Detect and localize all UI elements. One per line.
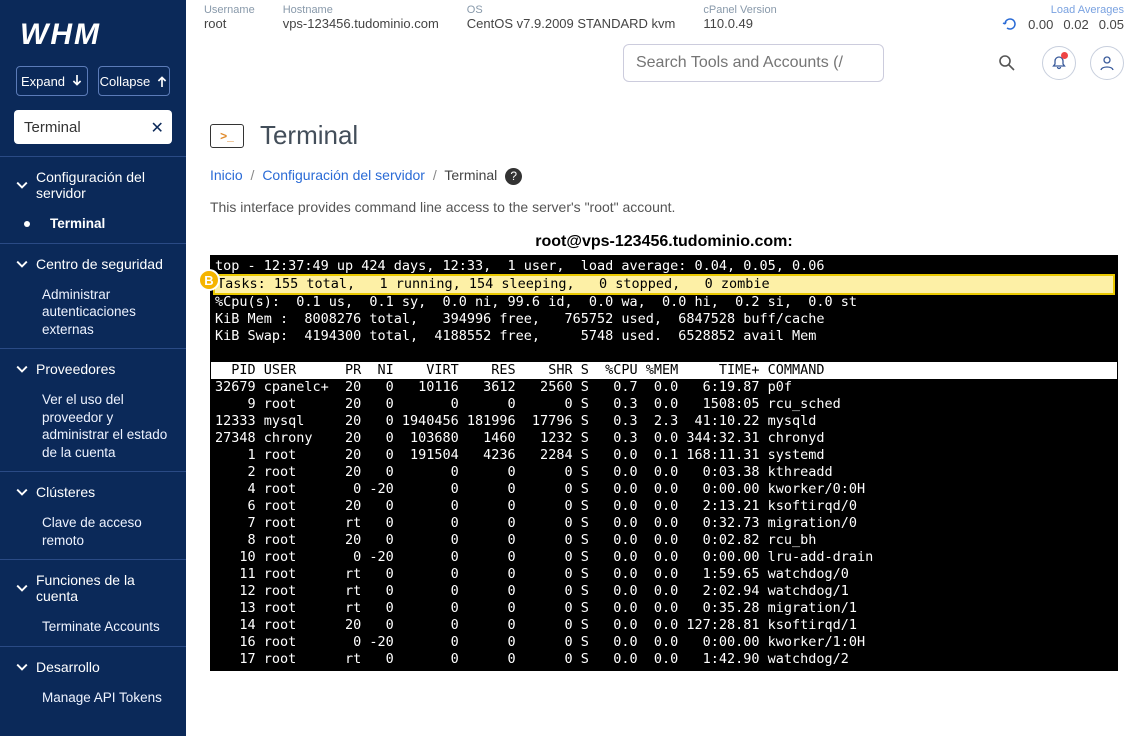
nav-item[interactable]: Terminate Accounts <box>0 612 186 642</box>
whm-logo: WHM <box>0 10 186 66</box>
page-title-row: >_ Terminal <box>210 120 1118 151</box>
sidebar-search-input[interactable] <box>14 110 172 144</box>
account-button[interactable] <box>1090 46 1124 80</box>
nav-group-header[interactable]: Funciones de la cuenta <box>0 564 186 612</box>
sidebar: WHM Expand Collapse ✕ Configuración del … <box>0 0 186 736</box>
crumb-home[interactable]: Inicio <box>210 167 243 183</box>
collapse-button[interactable]: Collapse <box>98 66 170 96</box>
nav-group-header[interactable]: Proveedores <box>0 353 186 385</box>
chevron-down-icon <box>16 661 28 673</box>
os-col: OS CentOS v7.9.2009 STANDARD kvm <box>467 4 676 31</box>
nav-item[interactable]: Administrar autenticaciones externas <box>0 280 186 345</box>
nav-group-header[interactable]: Configuración del servidor <box>0 161 186 209</box>
chevron-down-icon <box>16 582 28 594</box>
terminal-icon: >_ <box>210 124 244 148</box>
nav-item[interactable]: Terminal <box>0 209 186 239</box>
chevron-down-icon <box>16 258 28 270</box>
breadcrumb: Inicio / Configuración del servidor / Te… <box>210 167 1118 185</box>
page-title: Terminal <box>260 120 358 151</box>
clear-search-icon[interactable]: ✕ <box>151 118 164 138</box>
terminal-host-title: root@vps-123456.tudominio.com: <box>210 233 1118 251</box>
notifications-button[interactable] <box>1042 46 1076 80</box>
nav-group-header[interactable]: Centro de seguridad <box>0 248 186 280</box>
chevron-down-icon <box>16 486 28 498</box>
crumb-server-config[interactable]: Configuración del servidor <box>262 167 425 183</box>
nav-item[interactable]: Manage API Tokens <box>0 683 186 713</box>
nav-item[interactable]: Clave de acceso remoto <box>0 508 186 555</box>
nav-item[interactable]: Ver el uso del proveedor y administrar e… <box>0 385 186 467</box>
load-averages: Load Averages 0.00 0.02 0.05 <box>1002 4 1124 32</box>
global-search-input[interactable] <box>623 44 884 82</box>
bell-icon <box>1051 55 1067 71</box>
sidebar-nav: Configuración del servidorTerminal Centro… <box>0 156 186 717</box>
chevron-down-icon <box>16 179 28 191</box>
search-icon[interactable] <box>998 54 1016 75</box>
info-bar: Username root Hostname vps-123456.tudomi… <box>186 0 1142 38</box>
cpanel-version-col: cPanel Version 110.0.49 <box>703 4 776 31</box>
refresh-icon[interactable] <box>1002 16 1018 32</box>
hostname-col: Hostname vps-123456.tudominio.com <box>283 4 439 31</box>
page-description: This interface provides command line acc… <box>210 199 1118 215</box>
arrow-up-icon <box>156 75 168 87</box>
help-icon[interactable]: ? <box>505 168 522 185</box>
main: Username root Hostname vps-123456.tudomi… <box>186 0 1142 736</box>
arrow-down-icon <box>71 75 83 87</box>
annotation-badge-b: B <box>198 269 220 291</box>
terminal-output[interactable]: top - 12:37:49 up 424 days, 12:33, 1 use… <box>210 255 1118 671</box>
expand-button[interactable]: Expand <box>16 66 88 96</box>
username-col: Username root <box>204 4 255 31</box>
user-icon <box>1099 55 1115 71</box>
crumb-leaf: Terminal <box>444 167 497 183</box>
nav-group-header[interactable]: Clústeres <box>0 476 186 508</box>
chevron-down-icon <box>16 363 28 375</box>
nav-group-header[interactable]: Desarrollo <box>0 651 186 683</box>
